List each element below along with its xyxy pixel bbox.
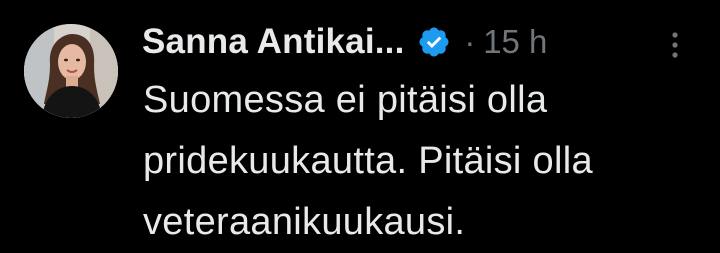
tweet[interactable]: Sanna Antikai... · 15 h Suomessa ei pitä… [0, 0, 720, 251]
post-text-line: Suomessa ei pitäisi olla [143, 79, 548, 121]
avatar-image [24, 24, 118, 118]
avatar[interactable] [24, 24, 118, 118]
more-vertical-icon[interactable] [664, 30, 686, 60]
author-name[interactable]: Sanna Antikai... [142, 22, 405, 62]
timestamp[interactable]: 15 h [483, 23, 547, 61]
post-text-line: veteraanikuukausi. [143, 201, 466, 243]
post-text-line: pridekuukautta. Pitäisi olla [143, 140, 593, 182]
post-text: Suomessa ei pitäisi olla pridekuukautta.… [143, 70, 703, 253]
separator-dot: · [464, 23, 476, 60]
post-header: Sanna Antikai... · 15 h [142, 16, 547, 68]
verified-badge-icon [417, 25, 451, 59]
